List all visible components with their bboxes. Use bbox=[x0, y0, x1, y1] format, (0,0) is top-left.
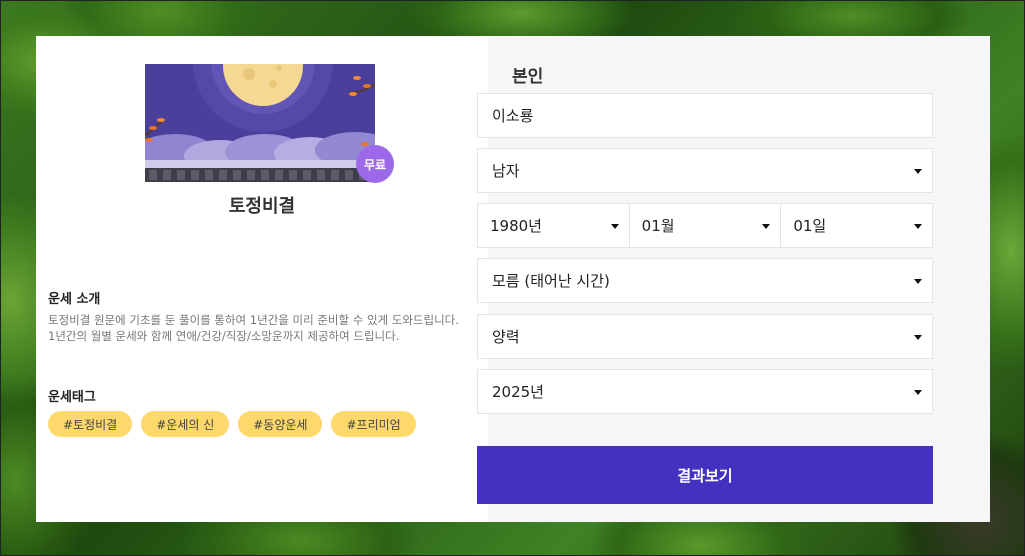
fortune-thumbnail bbox=[145, 64, 375, 182]
section-label: 본인 bbox=[512, 67, 544, 87]
intro-line-1: 토정비결 원문에 기초를 둔 풀이를 통하여 1년간을 미리 준비할 수 있게 … bbox=[48, 313, 459, 327]
tag-item[interactable]: #동양운세 bbox=[238, 411, 323, 437]
fortune-info-panel: 무료 토정비결 운세 소개 토정비결 원문에 기초를 둔 풀이를 통하여 1년간… bbox=[36, 36, 488, 522]
tag-item[interactable]: #프리미엄 bbox=[331, 411, 416, 437]
calendar-type-select[interactable]: 양력 bbox=[477, 314, 933, 359]
birth-year-select[interactable]: 1980년 bbox=[477, 203, 630, 248]
birth-date-group: 1980년 01월 01일 bbox=[477, 203, 934, 248]
submit-button[interactable]: 결과보기 bbox=[477, 446, 933, 504]
name-input[interactable]: 이소룡 bbox=[477, 93, 933, 138]
tag-item[interactable]: #토정비결 bbox=[48, 411, 133, 437]
birth-month-select[interactable]: 01월 bbox=[629, 203, 782, 248]
free-badge: 무료 bbox=[356, 145, 394, 183]
tags-heading: 운세태그 bbox=[48, 390, 96, 405]
intro-line-2: 1년간의 월별 운세와 함께 연애/건강/직장/소망운까지 제공하여 드립니다. bbox=[48, 329, 400, 343]
tag-list: #토정비결 #운세의 신 #동양운세 #프리미엄 bbox=[48, 411, 416, 437]
birth-time-select[interactable]: 모름 (태어난 시간) bbox=[477, 258, 933, 303]
fortune-title: 토정비결 bbox=[228, 196, 296, 217]
tag-item[interactable]: #운세의 신 bbox=[141, 411, 230, 437]
birth-day-select[interactable]: 01일 bbox=[781, 203, 934, 248]
target-year-select[interactable]: 2025년 bbox=[477, 369, 933, 414]
intro-heading: 운세 소개 bbox=[48, 292, 101, 307]
intro-text: 토정비결 원문에 기초를 둔 풀이를 통하여 1년간을 미리 준비할 수 있게 … bbox=[48, 312, 468, 344]
gender-select[interactable]: 남자 bbox=[477, 148, 933, 193]
